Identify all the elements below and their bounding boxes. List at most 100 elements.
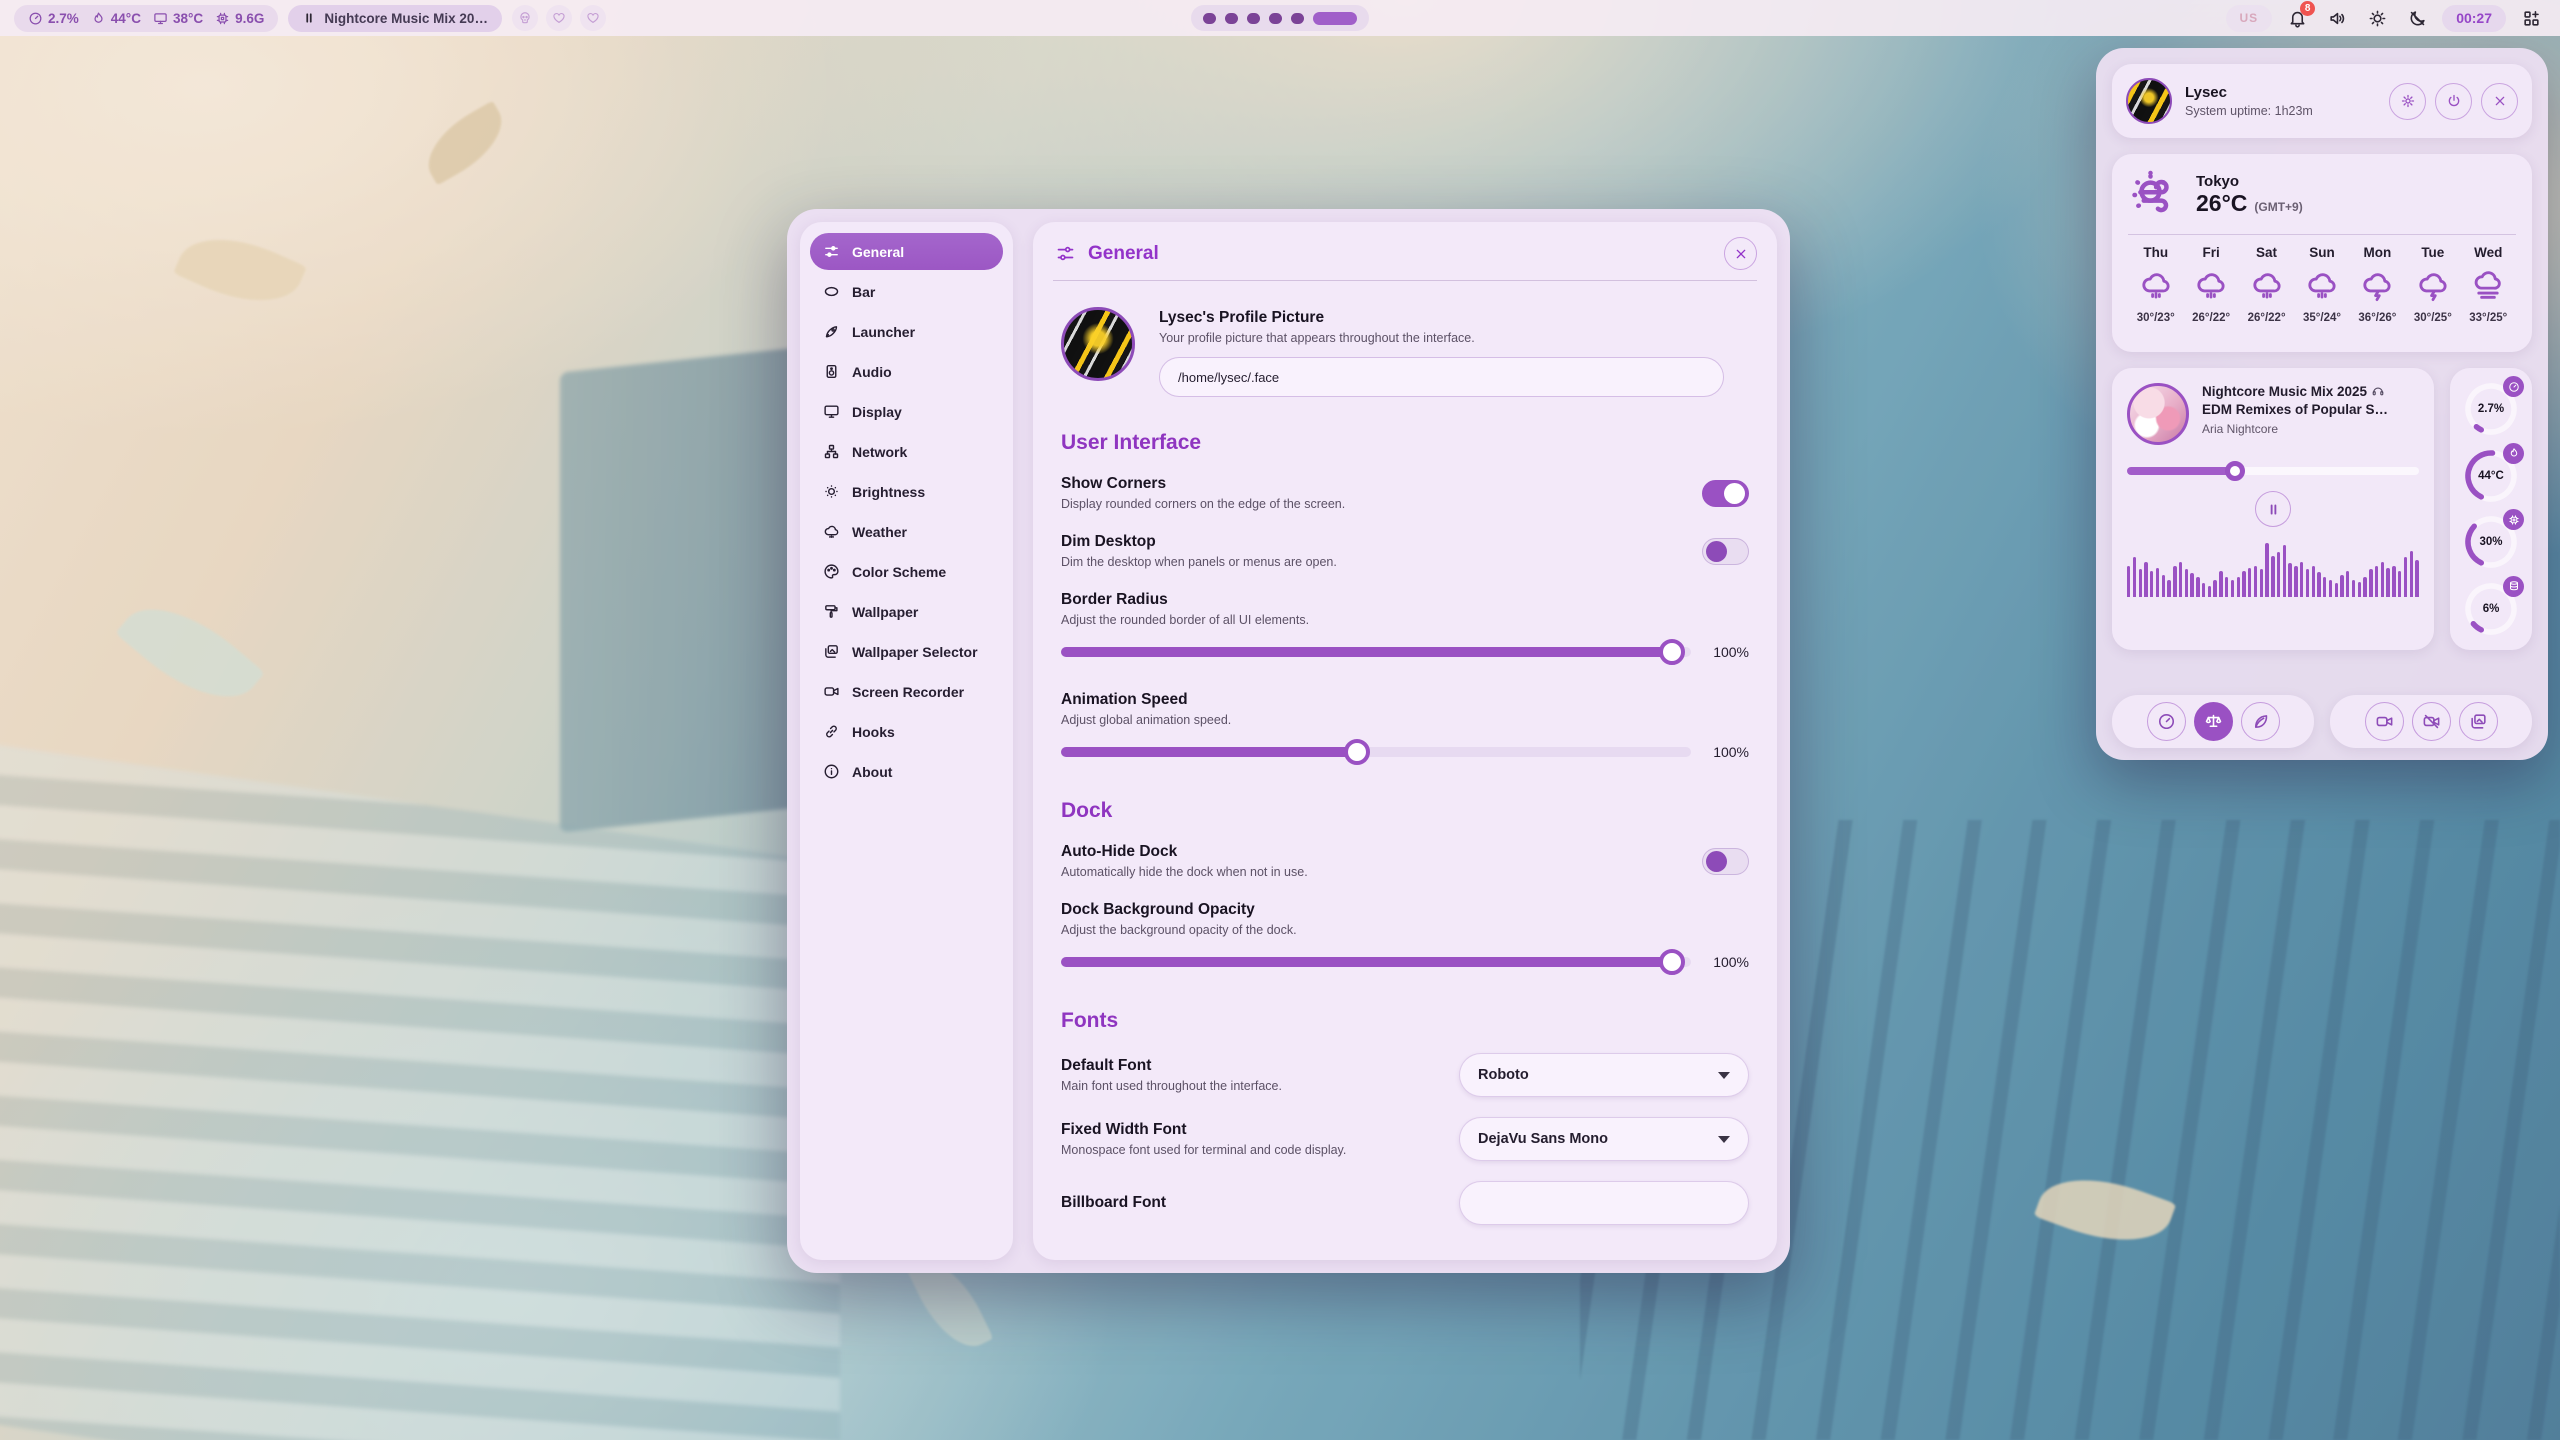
sidebar-item-label: Screen Recorder xyxy=(852,684,964,700)
border-radius-slider[interactable] xyxy=(1061,639,1691,665)
dock-opacity-slider-line: 100% xyxy=(1061,949,1749,975)
screen-record-off-button[interactable] xyxy=(2412,702,2451,741)
sidebar-item-bar[interactable]: Bar xyxy=(810,273,1003,310)
performance-button[interactable] xyxy=(2147,702,2186,741)
sidebar-item-wallpaper[interactable]: Wallpaper xyxy=(810,593,1003,630)
balanced-button[interactable] xyxy=(2194,702,2233,741)
sidebar-item-about[interactable]: About xyxy=(810,753,1003,790)
visualizer-bar xyxy=(2150,571,2153,597)
sidebar-item-screen-recorder[interactable]: Screen Recorder xyxy=(810,673,1003,710)
workspace-dot[interactable] xyxy=(1291,13,1304,24)
clock-label: 00:27 xyxy=(2456,10,2492,26)
sidebar-item-hooks[interactable]: Hooks xyxy=(810,713,1003,750)
dim-desktop-toggle[interactable] xyxy=(1702,538,1749,565)
workspace-indicator[interactable] xyxy=(1191,5,1369,31)
power-icon xyxy=(2446,93,2462,109)
forecast-day-sat: Sat 26°/22° xyxy=(2239,245,2294,324)
cloud-fog-icon xyxy=(2471,269,2505,303)
screen-record-button[interactable] xyxy=(2365,702,2404,741)
volume-button[interactable] xyxy=(2322,3,2352,33)
close-icon xyxy=(1733,246,1749,262)
night-mode-button[interactable] xyxy=(2402,3,2432,33)
brightness-button[interactable] xyxy=(2362,3,2392,33)
slider-knob[interactable] xyxy=(1344,739,1370,765)
media-progress-slider[interactable] xyxy=(2127,461,2419,481)
animation-speed-slider[interactable] xyxy=(1061,739,1691,765)
audio-visualizer xyxy=(2127,541,2419,597)
forecast-day-tue: Tue 30°/25° xyxy=(2405,245,2460,324)
close-dashboard-button[interactable] xyxy=(2481,83,2518,120)
visualizer-bar xyxy=(2363,577,2366,597)
sidebar-item-general[interactable]: General xyxy=(810,233,1003,270)
slider-knob[interactable] xyxy=(1659,639,1685,665)
section-dock: Dock xyxy=(1061,799,1749,823)
skull-icon xyxy=(518,11,532,25)
sun-icon xyxy=(2368,9,2387,28)
recorder-icon xyxy=(823,683,840,700)
pause-button[interactable] xyxy=(2255,491,2291,527)
forecast-temps: 33°/25° xyxy=(2469,312,2507,324)
media-card: Nightcore Music Mix 2025 EDM Remixes of … xyxy=(2112,368,2434,650)
auto-hide-dock-label: Auto-Hide Dock xyxy=(1061,843,1672,861)
dashboard-toggle-button[interactable] xyxy=(2516,3,2546,33)
auto-hide-dock-toggle[interactable] xyxy=(1702,848,1749,875)
workspace-dot[interactable] xyxy=(1269,13,1282,24)
settings-button[interactable] xyxy=(2389,83,2426,120)
wallpaper-gallery-button[interactable] xyxy=(2459,702,2498,741)
visualizer-bar xyxy=(2167,580,2170,597)
workspace-active[interactable] xyxy=(1313,12,1357,25)
sidebar-item-label: Brightness xyxy=(852,484,925,500)
forecast-temps: 36°/26° xyxy=(2358,312,2396,324)
notifications-button[interactable]: 8 xyxy=(2282,3,2312,33)
sidebar-item-display[interactable]: Display xyxy=(810,393,1003,430)
close-settings-button[interactable] xyxy=(1724,237,1757,270)
power-saver-button[interactable] xyxy=(2241,702,2280,741)
profile-path-input[interactable] xyxy=(1159,357,1724,397)
sidebar-item-audio[interactable]: Audio xyxy=(810,353,1003,390)
sidebar-item-weather[interactable]: Weather xyxy=(810,513,1003,550)
sidebar-item-launcher[interactable]: Launcher xyxy=(810,313,1003,350)
media-player-pill[interactable]: Nightcore Music Mix 20… xyxy=(288,5,502,32)
animation-speed-desc: Adjust global animation speed. xyxy=(1061,713,1749,727)
moon-off-icon xyxy=(2408,9,2427,28)
sidebar-item-brightness[interactable]: Brightness xyxy=(810,473,1003,510)
power-button[interactable] xyxy=(2435,83,2472,120)
headphones-icon xyxy=(2371,384,2385,398)
workspace-dot[interactable] xyxy=(1203,13,1216,24)
workspace-dot[interactable] xyxy=(1225,13,1238,24)
system-stats-pill[interactable]: 2.7%44°C38°C9.6G xyxy=(14,5,278,32)
visualizer-bar xyxy=(2219,571,2222,597)
settings-content: Lysec's Profile Picture Your profile pic… xyxy=(1033,281,1777,1225)
monitor-icon xyxy=(153,11,168,26)
display-icon xyxy=(823,403,840,420)
dim-desktop-label: Dim Desktop xyxy=(1061,533,1672,551)
sidebar-item-color-scheme[interactable]: Color Scheme xyxy=(810,553,1003,590)
workspace-dot[interactable] xyxy=(1247,13,1260,24)
utilities-group xyxy=(2330,695,2532,748)
cloud-rain-icon xyxy=(2194,269,2228,303)
visualizer-bar xyxy=(2254,566,2257,597)
stat-monitor: 38°C xyxy=(153,11,203,26)
dock-opacity-desc: Adjust the background opacity of the doc… xyxy=(1061,923,1749,937)
keyboard-layout-indicator[interactable]: US xyxy=(2226,5,2273,32)
tray-heart-icon[interactable] xyxy=(546,5,572,31)
clock[interactable]: 00:27 xyxy=(2442,5,2506,32)
show-corners-toggle[interactable] xyxy=(1702,480,1749,507)
scales-icon xyxy=(2204,712,2223,731)
media-progress-knob[interactable] xyxy=(2225,461,2245,481)
auto-hide-dock-text: Auto-Hide Dock Automatically hide the do… xyxy=(1061,843,1702,879)
show-corners-text: Show Corners Display rounded corners on … xyxy=(1061,475,1702,511)
default-font-select[interactable]: Roboto xyxy=(1459,1053,1749,1097)
tray-heart-icon[interactable] xyxy=(580,5,606,31)
visualizer-bar xyxy=(2312,566,2315,597)
fixed-width-font-select[interactable]: DejaVu Sans Mono xyxy=(1459,1117,1749,1161)
slider-knob[interactable] xyxy=(1659,949,1685,975)
sidebar-item-network[interactable]: Network xyxy=(810,433,1003,470)
visualizer-bar xyxy=(2139,569,2142,597)
notification-badge: 8 xyxy=(2300,1,2315,16)
billboard-font-select[interactable] xyxy=(1459,1181,1749,1225)
sidebar-item-wallpaper-selector[interactable]: Wallpaper Selector xyxy=(810,633,1003,670)
profile-avatar[interactable] xyxy=(1061,307,1135,381)
tray-skull-icon[interactable] xyxy=(512,5,538,31)
dock-opacity-slider[interactable] xyxy=(1061,949,1691,975)
